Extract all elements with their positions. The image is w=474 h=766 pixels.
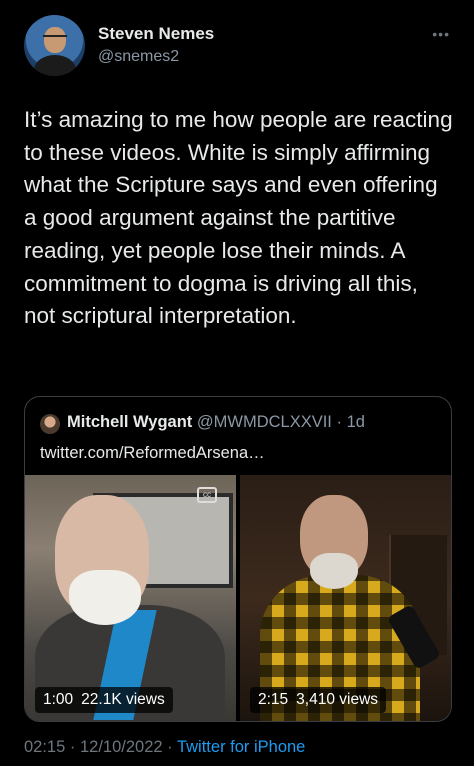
tweet-text: It’s amazing to me how people are reacti… xyxy=(24,107,453,329)
author-handle[interactable]: @snemes2 xyxy=(98,48,179,66)
quoted-header: Mitchell Wygant @MWMDCLXXVII · 1d xyxy=(67,413,365,432)
person-beard xyxy=(69,570,141,625)
media-grid: cc 1:00 22.1K views 2:15 3,410 views xyxy=(25,475,451,721)
author-name[interactable]: Steven Nemes xyxy=(98,24,214,44)
video-1-views: 22.1K views xyxy=(81,691,165,708)
video-1-badge: 1:00 22.1K views xyxy=(35,687,173,713)
footer-separator: · xyxy=(167,738,173,756)
quoted-separator: · xyxy=(336,413,343,431)
video-thumbnail-2[interactable]: 2:15 3,410 views xyxy=(240,475,451,721)
quoted-age: 1d xyxy=(346,413,365,431)
avatar-glasses xyxy=(43,35,67,41)
quoted-author-avatar xyxy=(40,414,60,434)
tweet-source-app[interactable]: Twitter for iPhone xyxy=(177,738,305,756)
tweet-date: 12/10/2022 xyxy=(79,738,163,756)
video-2-badge: 2:15 3,410 views xyxy=(250,687,387,713)
quoted-link[interactable]: twitter.com/ReformedArsena… xyxy=(40,444,265,463)
video-thumbnail-1[interactable]: cc 1:00 22.1K views xyxy=(25,475,236,721)
closed-captions-icon: cc xyxy=(197,487,217,503)
person-beard xyxy=(310,553,358,589)
footer-separator: · xyxy=(69,738,76,756)
video-1-duration: 1:00 xyxy=(43,691,74,708)
quoted-author-handle: @MWMDCLXXVII xyxy=(196,413,332,431)
avatar-body xyxy=(34,55,76,76)
quoted-tweet[interactable]: Mitchell Wygant @MWMDCLXXVII · 1d twitte… xyxy=(24,396,452,722)
video-2-duration: 2:15 xyxy=(258,691,289,708)
tweet-time: 02:15 xyxy=(24,738,66,756)
tweet-footer: 02:15 · 12/10/2022 · Twitter for iPhone xyxy=(24,738,305,757)
video-2-views: 3,410 views xyxy=(296,691,379,708)
author-avatar[interactable] xyxy=(24,15,85,76)
quoted-author-name: Mitchell Wygant xyxy=(67,413,193,431)
more-dots-icon[interactable]: ••• xyxy=(432,26,450,42)
